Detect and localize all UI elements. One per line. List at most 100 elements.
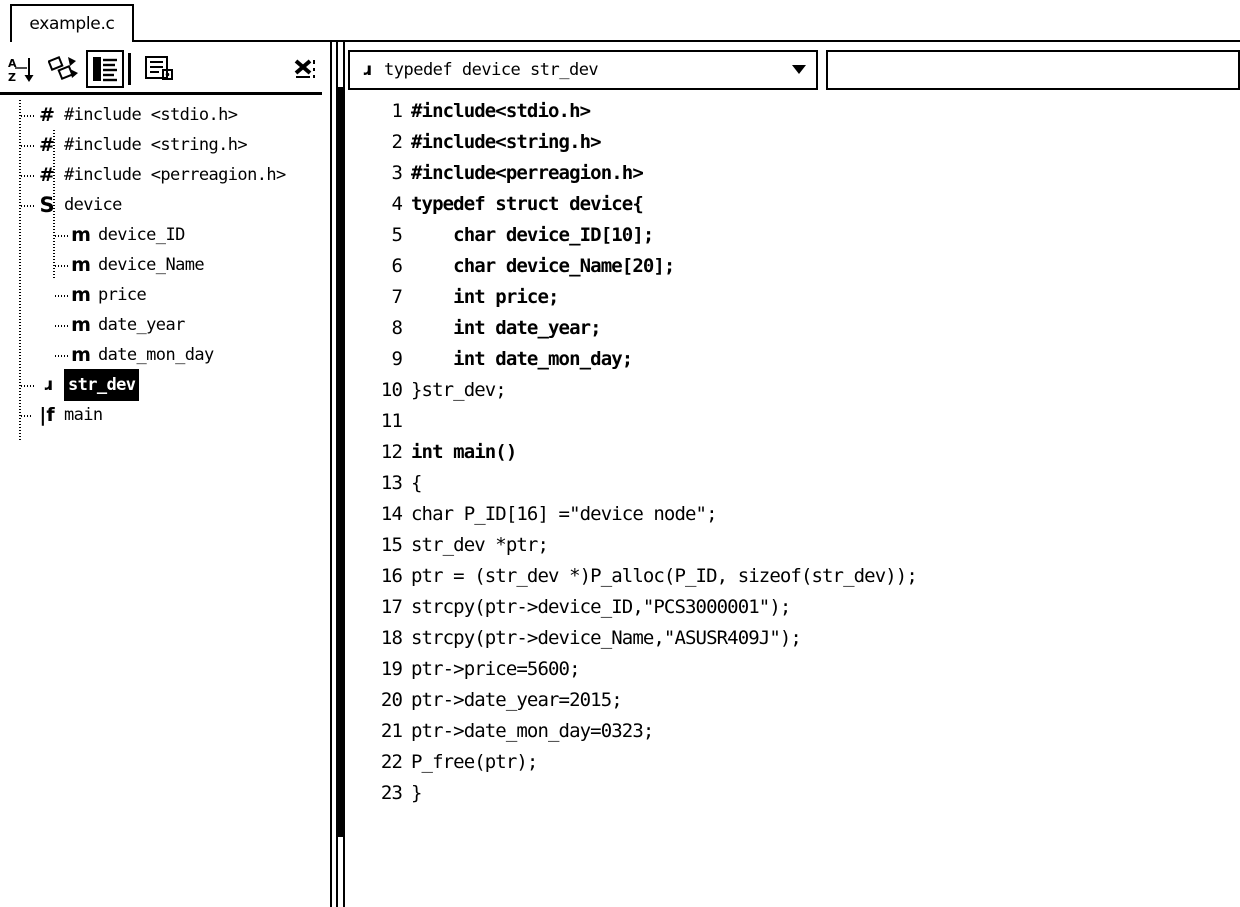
code-line[interactable]: 19 ptr->price=5600; (350, 658, 1230, 689)
line-number: 18 (380, 627, 403, 649)
tab-example-c[interactable]: example.c (10, 4, 134, 42)
tree-item-member-device-name[interactable]: m device_Name (0, 250, 330, 280)
code-line[interactable]: 10 }str_dev; (350, 379, 1230, 410)
tree-item-include-perreagion[interactable]: # #include <perreagion.h> (0, 160, 330, 190)
tree-elbow (55, 295, 69, 297)
line-text: }str_dev; (411, 379, 507, 401)
code-line[interactable]: 20 ptr->date_year=2015; (350, 689, 1230, 720)
line-number: 8 (391, 317, 402, 339)
code-line[interactable]: 2 #include<string.h> (350, 131, 1230, 162)
line-number: 5 (391, 224, 402, 246)
line-text: int date_year; (411, 317, 601, 339)
tree-item-label: device (64, 195, 122, 215)
code-line[interactable]: 18 strcpy(ptr->device_Name,"ASUSR409J"); (350, 627, 1230, 658)
line-text: ptr->price=5600; (411, 658, 581, 680)
line-text: int price; (411, 286, 559, 308)
pane-divider[interactable] (330, 42, 332, 907)
line-number: 10 (380, 379, 403, 401)
tree-elbow (21, 175, 35, 177)
symbol-dropdown-value: typedef device str_dev (384, 60, 599, 80)
line-number: 2 (391, 131, 402, 153)
sort-by-type-button[interactable] (44, 50, 82, 88)
tree-item-typedef-str-dev[interactable]: ɹ str_dev (0, 369, 330, 401)
code-line[interactable]: 3 #include<perreagion.h> (350, 162, 1230, 193)
code-line[interactable]: 17 strcpy(ptr->device_ID,"PCS3000001"); (350, 596, 1230, 627)
tree-elbow (55, 235, 69, 237)
line-text: strcpy(ptr->device_Name,"ASUSR409J"); (411, 627, 802, 649)
scrollbar-thumb[interactable] (338, 87, 344, 837)
code-line[interactable]: 7 int price; (350, 286, 1230, 317)
code-line[interactable]: 23 } (350, 782, 1230, 813)
show-details-button[interactable] (140, 50, 178, 88)
tree-item-include-string[interactable]: # #include <string.h> (0, 130, 330, 160)
tree-item-label: #include <perreagion.h> (64, 165, 286, 185)
tree-item-member-device-id[interactable]: m device_ID (0, 220, 330, 250)
tree-item-label: main (64, 405, 103, 425)
tree-item-member-date-mon-day[interactable]: m date_mon_day (0, 340, 330, 370)
line-number: 15 (380, 534, 403, 556)
line-text: str_dev *ptr; (411, 534, 549, 556)
tree-item-label: str_dev (64, 369, 140, 401)
tree-item-member-date-year[interactable]: m date_year (0, 310, 330, 340)
line-text: int main() (411, 441, 517, 463)
code-line[interactable]: 21 ptr->date_mon_day=0323; (350, 720, 1230, 751)
code-line[interactable]: 14 char P_ID[16] ="device node"; (350, 503, 1230, 534)
line-text: strcpy(ptr->device_ID,"PCS3000001"); (411, 596, 791, 618)
code-line[interactable]: 15 str_dev *ptr; (350, 534, 1230, 565)
code-line[interactable]: 1 #include<stdio.h> (350, 100, 1230, 131)
code-line[interactable]: 6 char device_Name[20]; (350, 255, 1230, 286)
line-number: 16 (380, 565, 403, 587)
tree-elbow (55, 325, 69, 327)
tree-elbow (21, 145, 35, 147)
code-line[interactable]: 8 int date_year; (350, 317, 1230, 348)
member-icon: m (71, 284, 91, 306)
editor-pane: ɹ typedef device str_dev 1 #include<stdi… (336, 40, 1240, 907)
line-number: 7 (391, 286, 402, 308)
tree-item-struct-device[interactable]: S device (0, 190, 330, 220)
secondary-dropdown[interactable] (826, 50, 1240, 90)
code-line[interactable]: 9 int date_mon_day; (350, 348, 1230, 379)
tree-item-label: #include <string.h> (64, 135, 248, 155)
toolbar-underline (0, 92, 322, 95)
code-line[interactable]: 22 P_free(ptr); (350, 751, 1230, 782)
chevron-down-icon[interactable] (782, 61, 816, 79)
line-text: char device_ID[10]; (411, 224, 654, 246)
line-number: 21 (380, 720, 403, 742)
line-text: P_free(ptr); (411, 751, 538, 773)
code-line[interactable]: 11 (350, 410, 1230, 441)
line-text: #include<stdio.h> (411, 100, 591, 122)
symbol-browser-pane: A Z # #include <stdio.h> # #include <str… (0, 42, 336, 907)
symbol-dropdown[interactable]: ɹ typedef device str_dev (348, 50, 818, 90)
sort-alphabetical-button[interactable]: A Z (2, 50, 40, 88)
line-number: 1 (391, 100, 402, 122)
code-line[interactable]: 5 char device_ID[10]; (350, 224, 1230, 255)
tree-item-function-main[interactable]: |f main (0, 400, 330, 430)
code-line[interactable]: 16 ptr = (str_dev *)P_alloc(P_ID, sizeof… (350, 565, 1230, 596)
tree-elbow (55, 265, 69, 267)
code-line[interactable]: 13 { (350, 472, 1230, 503)
line-text: char device_Name[20]; (411, 255, 675, 277)
close-pane-button[interactable] (286, 50, 324, 88)
preprocessor-hash-icon: # (39, 164, 55, 186)
line-number: 12 (380, 441, 403, 463)
show-members-button[interactable] (86, 50, 124, 88)
symbol-browser-toolbar: A Z (0, 47, 336, 94)
tree-item-member-price[interactable]: m price (0, 280, 330, 310)
code-line[interactable]: 4 typedef struct device{ (350, 193, 1230, 224)
line-number: 3 (391, 162, 402, 184)
code-editor-text[interactable]: 1 #include<stdio.h> 2 #include<string.h>… (350, 100, 1230, 900)
line-number: 14 (380, 503, 403, 525)
toolbar-separator (128, 53, 131, 85)
code-line[interactable]: 12 int main() (350, 441, 1230, 472)
line-number: 17 (380, 596, 403, 618)
line-number: 20 (380, 689, 403, 711)
typedef-icon: ɹ (362, 60, 372, 80)
line-text: ptr->date_mon_day=0323; (411, 720, 654, 742)
line-text: typedef struct device{ (411, 193, 644, 215)
line-number: 4 (391, 193, 402, 215)
line-number: 6 (391, 255, 402, 277)
symbol-tree: # #include <stdio.h> # #include <string.… (0, 100, 330, 440)
editor-vertical-scrollbar[interactable] (336, 42, 346, 907)
tree-item-include-stdio[interactable]: # #include <stdio.h> (0, 100, 330, 130)
line-text: char P_ID[16] ="device node"; (411, 503, 718, 525)
